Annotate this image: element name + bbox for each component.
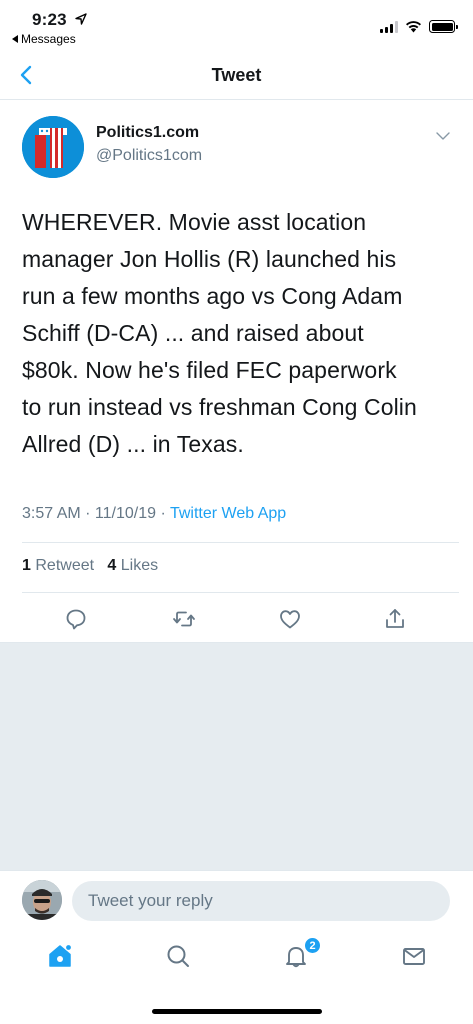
like-count: 4	[107, 557, 117, 574]
tweet-actions	[0, 603, 473, 641]
reply-icon[interactable]	[64, 607, 88, 631]
wifi-icon	[406, 21, 421, 33]
user-avatar[interactable]	[22, 880, 62, 920]
battery-icon	[429, 20, 458, 33]
home-indicator[interactable]	[152, 1009, 322, 1014]
tweet-line: Schiff (D-CA) ... and raised about	[22, 320, 364, 346]
retweet-label: Retweet	[35, 557, 95, 574]
cellular-signal-icon	[380, 20, 398, 33]
status-time: 9:23	[32, 10, 67, 29]
author-name[interactable]: Politics1.com	[96, 124, 199, 142]
page-title: Tweet	[211, 65, 262, 85]
author-avatar[interactable]	[22, 116, 84, 178]
tweet-stats: 1 Retweet 4 Likes	[22, 557, 158, 575]
chevron-down-icon[interactable]	[435, 128, 451, 144]
mail-icon[interactable]	[400, 942, 428, 970]
reply-input[interactable]	[72, 881, 450, 921]
politics1-logo	[22, 116, 84, 178]
heart-icon[interactable]	[278, 607, 302, 631]
back-triangle-icon	[12, 35, 18, 43]
empty-replies-area	[0, 642, 473, 870]
divider	[22, 592, 459, 593]
tab-bar	[0, 932, 473, 992]
likes-stat[interactable]: 4 Likes	[107, 557, 158, 574]
tweet-source-link[interactable]: Twitter Web App	[170, 505, 286, 522]
author-handle[interactable]: @Politics1com	[96, 147, 202, 165]
tweet-timestamp: 3:57 AM · 11/10/19 ·	[22, 505, 170, 522]
retweet-count: 1	[22, 557, 31, 574]
divider	[22, 542, 459, 543]
location-arrow-icon	[75, 13, 87, 25]
tweet-line: $80k. Now he's filed FEC paperwork	[22, 357, 397, 383]
tweet-line: Allred (D) ... in Texas.	[22, 431, 244, 457]
tweet-line: WHEREVER. Movie asst location	[22, 209, 367, 235]
nav-header: Tweet	[0, 50, 473, 100]
status-indicators	[380, 20, 458, 33]
back-to-messages[interactable]: Messages	[12, 32, 76, 46]
like-label: Likes	[120, 557, 159, 574]
status-bar: 9:23 Messages	[0, 0, 473, 50]
share-icon[interactable]	[383, 607, 407, 631]
notification-badge: 2	[304, 937, 321, 954]
user-photo	[22, 880, 62, 920]
tweet-meta: 3:57 AM · 11/10/19 · Twitter Web App	[22, 505, 286, 523]
tweet-line: to run instead vs freshman Cong Colin	[22, 394, 417, 420]
home-icon[interactable]	[46, 942, 74, 970]
reply-bar	[0, 870, 473, 932]
retweet-icon[interactable]	[172, 607, 196, 631]
retweets-stat[interactable]: 1 Retweet	[22, 557, 94, 574]
search-icon[interactable]	[164, 942, 192, 970]
tweet-line: run a few months ago vs Cong Adam	[22, 283, 403, 309]
back-app-label: Messages	[21, 32, 76, 46]
tweet-line: manager Jon Hollis (R) launched his	[22, 246, 397, 272]
tweet-text: WHEREVER. Movie asst location manager Jo…	[22, 204, 458, 463]
